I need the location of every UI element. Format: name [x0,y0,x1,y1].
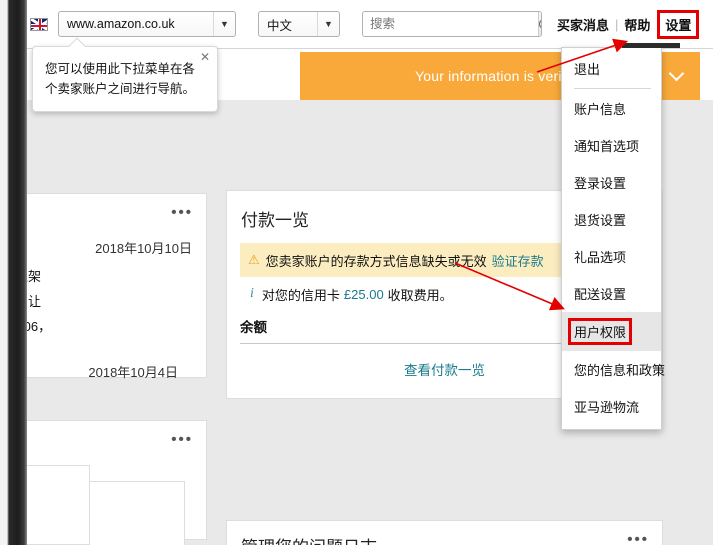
left-card-date-1: 2018年10月10日 [95,241,192,256]
store-select[interactable]: www.amazon.co.uk ▼ [58,11,236,37]
close-icon[interactable]: ✕ [200,51,210,63]
menu-divider [574,88,651,89]
left-card-body-line-4: 为 €0... 了解更多信息 [0,339,194,364]
search-bar [362,11,542,37]
menu-cap [622,43,680,48]
issue-card-menu-icon[interactable]: ••• [627,532,649,545]
payment-card-title: 付款一览 [241,211,309,230]
left-card-body-line-3: 工处理费为每件商品 £0.06， [0,319,52,334]
menu-item-user-permissions-label: 用户权限 [567,318,633,345]
tooltip-text: 您可以使用此下拉菜单在各个卖家账户之间进行导航。 [45,62,196,96]
payment-warning-text: 您卖家账户的存款方式信息缺失或无效 [265,253,487,269]
menu-item-notification-preferences[interactable]: 通知首选项 [562,127,661,164]
menu-item-return-settings[interactable]: 退货设置 [562,201,661,238]
store-select-value: www.amazon.co.uk [67,17,175,31]
warning-triangle-icon: ⚠ [248,252,260,267]
issue-log-card: 管理您的问题日志 ••• 查看您的问题日志 [226,520,663,545]
left-edge-overlay [0,0,27,545]
issue-card-title: 管理您的问题日志 [241,533,377,545]
verify-deposit-link[interactable]: 验证存款 [492,251,544,270]
left-card-body: 件，并让您的库存尽早上架 息，您可以跳过此步骤，让 工处理费为每件商品 £0.0… [0,264,194,364]
menu-item-login-settings[interactable]: 登录设置 [562,164,661,201]
left-card-body-line-1: 件，并让您的库存尽早上架 [0,264,194,289]
chevron-down-icon: ▼ [213,12,235,36]
left-secondary-card-menu-icon[interactable]: ••• [171,432,193,447]
left-card-menu-icon[interactable]: ••• [171,205,193,220]
language-select[interactable]: 中文 ▼ [258,11,340,37]
menu-item-your-info-and-policies[interactable]: 您的信息和政策 [562,351,665,388]
left-card-date-2: 2018年10月4日 [88,365,178,380]
search-button[interactable] [538,12,541,36]
menu-item-gift-options[interactable]: 礼品选项 [562,238,661,275]
header-link-buyer-messages[interactable]: 买家消息 [551,15,615,34]
screenshot-root: ••• 2018年10月10日 件，并让您的库存尽早上架 息，您可以跳过此步骤，… [0,0,713,545]
payment-info-suffix: 收取费用。 [387,287,453,303]
right-gutter [668,200,713,545]
info-icon: i [250,286,254,301]
search-input[interactable] [363,12,538,36]
chevron-down-icon[interactable] [668,65,685,82]
balance-label: 余额 [240,320,267,335]
menu-item-logout[interactable]: 退出 [562,50,661,87]
menu-item-shipping-settings[interactable]: 配送设置 [562,275,661,312]
header-link-settings[interactable]: 设置 [657,9,700,39]
top-header-bar: www.amazon.co.uk ▼ 中文 ▼ 买家消息 | 帮助 设置 [22,0,713,49]
settings-dropdown-menu: 退出 账户信息 通知首选项 登录设置 退货设置 礼品选项 配送设置 用户权限 您… [561,43,680,430]
search-icon [539,19,541,29]
uk-flag-icon [30,17,48,31]
verified-banner-text: Your information is verified [414,68,586,84]
payment-info-amount: £25.00 [343,286,384,302]
chevron-down-icon: ▼ [317,12,339,36]
payment-info-prefix: 对您的信用卡 [261,287,340,303]
menu-item-fba[interactable]: 亚马逊物流 [562,388,661,425]
header-link-help[interactable]: 帮助 [618,15,656,34]
menu-item-user-permissions[interactable]: 用户权限 [562,312,661,351]
store-switcher-tooltip: ✕ 您可以使用此下拉菜单在各个卖家账户之间进行导航。 [32,37,218,112]
left-news-card: ••• 2018年10月10日 件，并让您的库存尽早上架 息，您可以跳过此步骤，… [0,193,207,380]
header-links: 买家消息 | 帮助 设置 [551,9,700,39]
menu-item-account-info[interactable]: 账户信息 [562,90,661,127]
left-card-body-line-2: 息，您可以跳过此步骤，让 [0,289,194,314]
language-select-value: 中文 [267,18,293,33]
